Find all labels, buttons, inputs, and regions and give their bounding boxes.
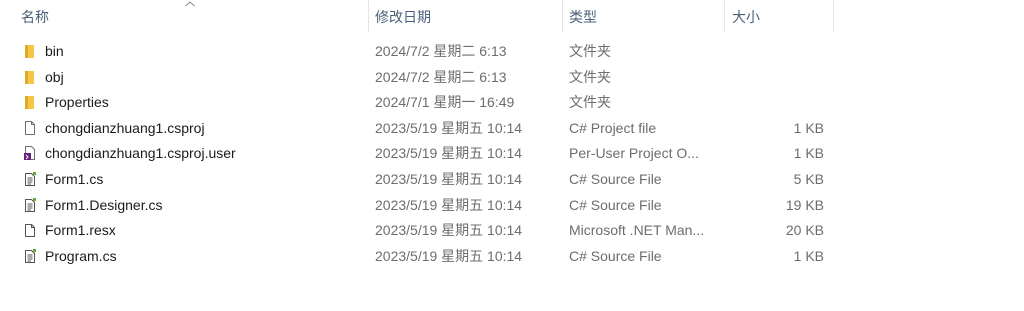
file-type: C# Source File bbox=[569, 170, 662, 187]
file-modified-date: 2023/5/19 星期五 10:14 bbox=[375, 119, 523, 136]
file-modified-date: 2024/7/2 星期二 6:13 bbox=[375, 68, 507, 85]
file-size: 1 KB bbox=[793, 119, 824, 136]
file-row[interactable]: obj 2024/7/2 星期二 6:13 文件夹 bbox=[0, 64, 834, 90]
source-file-icon bbox=[22, 248, 38, 264]
file-name: obj bbox=[45, 68, 64, 85]
file-name: chongdianzhuang1.csproj.user bbox=[45, 145, 236, 162]
file-row[interactable]: Program.cs 2023/5/19 星期五 10:14 C# Source F… bbox=[0, 243, 834, 269]
column-header-modified[interactable]: 修改日期 bbox=[369, 0, 562, 32]
column-divider[interactable] bbox=[724, 0, 725, 32]
file-size: 19 KB bbox=[785, 196, 824, 213]
file-type: C# Source File bbox=[569, 196, 662, 213]
file-type: C# Project file bbox=[569, 119, 657, 136]
file-modified-date: 2023/5/19 星期五 10:14 bbox=[375, 247, 523, 264]
file-type: 文件夹 bbox=[569, 94, 611, 111]
file-name: Form1.cs bbox=[45, 170, 104, 187]
file-row[interactable]: Properties 2024/7/1 星期一 16:49 文件夹 bbox=[0, 89, 834, 115]
file-name: Form1.resx bbox=[45, 222, 116, 239]
file-row[interactable]: chongdianzhuang1.csproj 2023/5/19 星期五 10:… bbox=[0, 115, 834, 141]
file-row[interactable]: Form1.resx 2023/5/19 星期五 10:14 Microsoft .… bbox=[0, 217, 834, 243]
file-name: Form1.Designer.cs bbox=[45, 196, 163, 213]
file-type: C# Source File bbox=[569, 247, 662, 264]
source-file-icon bbox=[22, 197, 38, 213]
file-type: Microsoft .NET Man... bbox=[569, 222, 705, 239]
column-divider[interactable] bbox=[833, 0, 834, 32]
file-row[interactable]: Form1.Designer.cs 2023/5/19 星期五 10:14 C# S… bbox=[0, 192, 834, 218]
file-type: 文件夹 bbox=[569, 43, 611, 59]
file-row[interactable]: chongdianzhuang1.csproj.user 2023/5/19 星期… bbox=[0, 140, 834, 166]
file-size: 1 KB bbox=[793, 145, 824, 162]
file-modified-date: 2023/5/19 星期五 10:14 bbox=[375, 145, 523, 162]
file-modified-date: 2023/5/19 星期五 10:14 bbox=[375, 196, 523, 213]
file-name: bin bbox=[45, 43, 64, 59]
file-row[interactable]: Form1.cs 2023/5/19 星期五 10:14 C# Source Fil… bbox=[0, 166, 834, 192]
file-row[interactable]: bin 2024/7/2 星期二 6:13 文件夹 bbox=[0, 38, 834, 64]
folder-icon bbox=[22, 94, 38, 110]
file-modified-date: 2023/5/19 星期五 10:14 bbox=[375, 222, 523, 239]
blank-file-icon bbox=[22, 120, 38, 136]
file-explorer: 名称 修改日期 类型 大小 bin 2024/7/2 星期二 6:13 文件夹 obj… bbox=[0, 0, 1024, 311]
file-type: Per-User Project O... bbox=[569, 145, 699, 162]
file-modified-date: 2024/7/1 星期一 16:49 bbox=[375, 94, 515, 111]
file-modified-date: 2023/5/19 星期五 10:14 bbox=[375, 170, 523, 187]
file-name: Properties bbox=[45, 94, 109, 111]
folder-icon bbox=[22, 69, 38, 85]
source-file-icon bbox=[22, 171, 38, 187]
file-name: Program.cs bbox=[45, 247, 117, 264]
file-size: 1 KB bbox=[793, 247, 824, 264]
file-type: 文件夹 bbox=[569, 68, 611, 85]
column-header-size[interactable]: 大小 bbox=[726, 0, 834, 32]
column-header-type[interactable]: 类型 bbox=[563, 0, 724, 32]
file-size bbox=[726, 64, 824, 90]
file-size: 5 KB bbox=[793, 170, 824, 187]
file-size bbox=[726, 89, 824, 115]
visual-studio-file-icon bbox=[22, 145, 38, 161]
sort-ascending-icon bbox=[185, 1, 195, 7]
file-name: chongdianzhuang1.csproj bbox=[45, 119, 205, 136]
file-modified-date: 2024/7/2 星期二 6:13 bbox=[375, 43, 507, 59]
file-list: bin 2024/7/2 星期二 6:13 文件夹 obj 2024/7/2 星期二 6… bbox=[0, 38, 834, 268]
resource-file-icon bbox=[22, 222, 38, 238]
file-size bbox=[726, 38, 824, 64]
file-size: 20 KB bbox=[785, 222, 824, 239]
column-header-row: 名称 修改日期 类型 大小 bbox=[0, 0, 834, 32]
folder-icon bbox=[22, 43, 38, 59]
